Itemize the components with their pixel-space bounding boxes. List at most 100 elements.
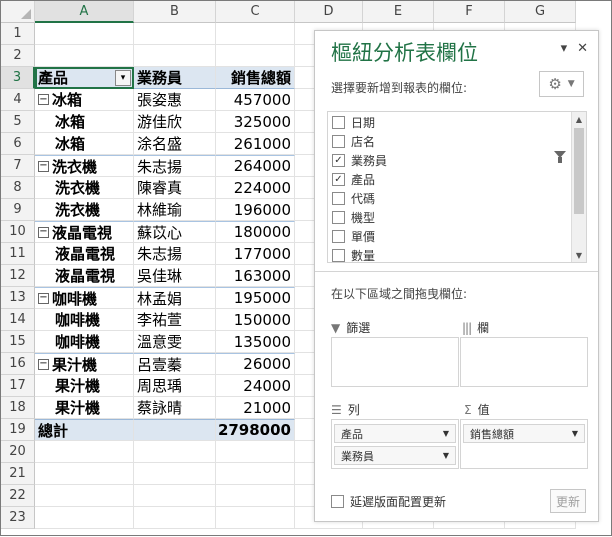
cell[interactable]: 180000 <box>216 221 295 243</box>
field-checkbox[interactable] <box>332 135 345 148</box>
scroll-thumb[interactable] <box>574 128 584 214</box>
row-header[interactable]: 18 <box>1 397 35 419</box>
cell[interactable]: 196000 <box>216 199 295 221</box>
field-checkbox[interactable] <box>332 211 345 224</box>
field-checkbox[interactable] <box>332 230 345 243</box>
cell[interactable]: 涂名盛 <box>134 133 216 155</box>
cell[interactable] <box>134 485 216 507</box>
row-header[interactable]: 15 <box>1 331 35 353</box>
row-header[interactable]: 12 <box>1 265 35 287</box>
column-header[interactable]: G <box>505 1 576 23</box>
row-header[interactable]: 3 <box>1 67 35 89</box>
cell[interactable]: 洗衣機 <box>35 199 134 221</box>
cell[interactable]: − 液晶電視 <box>35 221 134 243</box>
row-header[interactable]: 16 <box>1 353 35 375</box>
row-header[interactable]: 7 <box>1 155 35 177</box>
row-header[interactable]: 13 <box>1 287 35 309</box>
field-item[interactable]: 機型 <box>328 208 586 227</box>
cell[interactable]: 177000 <box>216 243 295 265</box>
row-header[interactable]: 22 <box>1 485 35 507</box>
tools-button[interactable]: ⚙ ▼ <box>539 71 584 97</box>
cell[interactable] <box>35 463 134 485</box>
row-header[interactable]: 21 <box>1 463 35 485</box>
defer-update-option[interactable]: 延遲版面配置更新 <box>331 493 446 510</box>
cell[interactable] <box>216 45 295 67</box>
cell[interactable]: 135000 <box>216 331 295 353</box>
row-field-pill[interactable]: 產品 ▼ <box>334 424 456 443</box>
scroll-down-icon[interactable]: ▼ <box>572 248 586 262</box>
collapse-icon[interactable]: − <box>38 358 49 370</box>
cell[interactable]: 林維瑜 <box>134 199 216 221</box>
cell[interactable] <box>134 507 216 529</box>
row-header[interactable]: 17 <box>1 375 35 397</box>
row-field-pill[interactable]: 業務員 ▼ <box>334 446 456 465</box>
cell[interactable]: 咖啡機 <box>35 331 134 353</box>
row-header[interactable]: 23 <box>1 507 35 529</box>
cell[interactable]: 咖啡機 <box>35 309 134 331</box>
row-header[interactable]: 8 <box>1 177 35 199</box>
cell[interactable]: 朱志揚 <box>134 243 216 265</box>
cell[interactable]: 蘇苡心 <box>134 221 216 243</box>
cell[interactable] <box>134 463 216 485</box>
cell[interactable]: 2798000 <box>216 419 295 441</box>
field-item[interactable]: ✓ 產品 <box>328 170 586 189</box>
rows-area[interactable]: 產品 ▼ 業務員 ▼ <box>331 419 459 469</box>
cell[interactable]: 業務員 <box>134 67 216 89</box>
cell[interactable] <box>134 441 216 463</box>
field-checkbox[interactable]: ✓ <box>332 154 345 167</box>
cell[interactable]: 陳睿真 <box>134 177 216 199</box>
field-checkbox[interactable] <box>332 116 345 129</box>
field-checkbox[interactable]: ✓ <box>332 173 345 186</box>
field-checkbox[interactable] <box>332 249 345 262</box>
cell[interactable]: 總計 <box>35 419 134 441</box>
cell[interactable]: 林孟娟 <box>134 287 216 309</box>
cell[interactable]: − 冰箱 <box>35 89 134 111</box>
chevron-down-icon[interactable]: ▾ <box>561 41 568 56</box>
cell[interactable]: 21000 <box>216 397 295 419</box>
row-header[interactable]: 14 <box>1 309 35 331</box>
cell[interactable]: 冰箱 <box>35 133 134 155</box>
collapse-icon[interactable]: − <box>38 226 49 238</box>
cell[interactable]: 呂壹蓁 <box>134 353 216 375</box>
cell[interactable]: 24000 <box>216 375 295 397</box>
chevron-down-icon[interactable]: ▼ <box>572 429 578 438</box>
defer-update-checkbox[interactable] <box>331 495 344 508</box>
cell[interactable]: 張姿惠 <box>134 89 216 111</box>
chevron-down-icon[interactable]: ▼ <box>443 429 449 438</box>
cell[interactable]: 果汁機 <box>35 397 134 419</box>
cell[interactable] <box>216 441 295 463</box>
collapse-icon[interactable]: − <box>38 94 49 105</box>
cell[interactable]: 朱志揚 <box>134 155 216 177</box>
row-header[interactable]: 1 <box>1 23 35 45</box>
column-header[interactable]: C <box>216 1 295 23</box>
cell[interactable]: 液晶電視 <box>35 265 134 287</box>
filter-dropdown-icon[interactable]: ▾ <box>115 70 131 86</box>
cell[interactable] <box>134 23 216 45</box>
cell[interactable] <box>35 441 134 463</box>
cell[interactable]: 液晶電視 <box>35 243 134 265</box>
cell[interactable]: 李祐萱 <box>134 309 216 331</box>
chevron-down-icon[interactable]: ▼ <box>443 451 449 460</box>
collapse-icon[interactable]: − <box>38 292 49 304</box>
cell[interactable]: 冰箱 <box>35 111 134 133</box>
cell[interactable]: 224000 <box>216 177 295 199</box>
collapse-icon[interactable]: − <box>38 160 49 172</box>
row-header[interactable]: 11 <box>1 243 35 265</box>
cell[interactable]: 蔡詠晴 <box>134 397 216 419</box>
cell[interactable]: 264000 <box>216 155 295 177</box>
cell[interactable]: 果汁機 <box>35 375 134 397</box>
row-header[interactable]: 20 <box>1 441 35 463</box>
field-item[interactable]: 代碼 <box>328 189 586 208</box>
cell[interactable] <box>35 507 134 529</box>
cell[interactable]: 26000 <box>216 353 295 375</box>
cell[interactable]: − 洗衣機 <box>35 155 134 177</box>
cell[interactable]: 吳佳琳 <box>134 265 216 287</box>
cell[interactable] <box>35 23 134 45</box>
cell[interactable] <box>35 45 134 67</box>
filters-area[interactable] <box>331 337 459 387</box>
cell[interactable]: 325000 <box>216 111 295 133</box>
close-icon[interactable]: ✕ <box>577 41 588 56</box>
cell[interactable]: 195000 <box>216 287 295 309</box>
cell[interactable] <box>216 485 295 507</box>
column-header[interactable]: A <box>35 1 134 23</box>
